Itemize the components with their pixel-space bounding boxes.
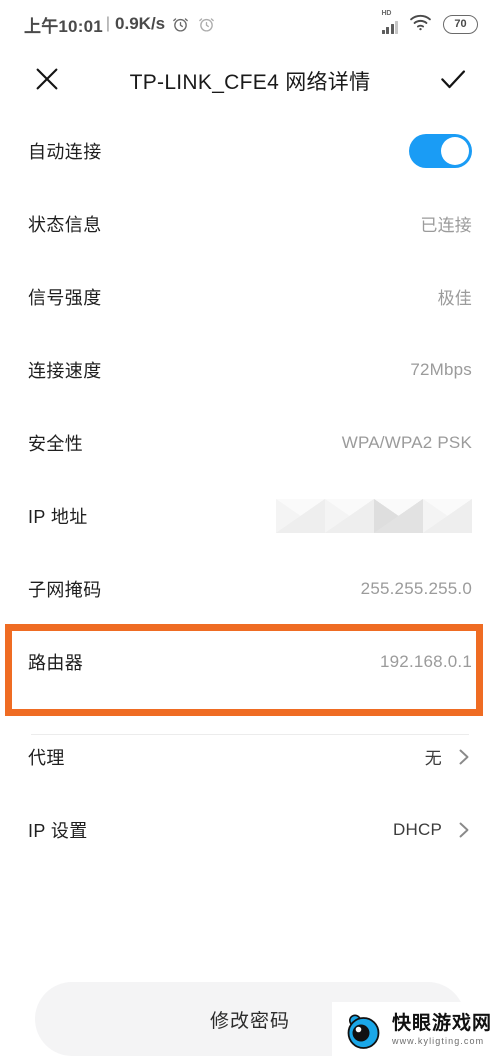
wifi-network-details-screen: 上午10:01 | 0.9K/s HD 70 TP-LINK_CFE4 网络详情… <box>0 0 500 1056</box>
row-value: 极佳 <box>437 289 472 308</box>
row-subnet-mask: 子网掩码 255.255.255.0 <box>0 552 500 625</box>
confirm-button[interactable] <box>432 60 474 102</box>
row-status-info: 状态信息 已连接 <box>0 187 500 260</box>
row-security: 安全性 WPA/WPA2 PSK <box>0 406 500 479</box>
close-button[interactable] <box>26 60 68 102</box>
row-label: 路由器 <box>28 652 84 673</box>
signal-bars <box>381 21 398 34</box>
site-watermark: 快眼游戏网 www.kyligting.com <box>331 1002 498 1056</box>
app-bar: TP-LINK_CFE4 网络详情 <box>0 48 500 114</box>
status-bar-clock: 上午10:01 <box>24 16 103 36</box>
ip-address-redaction-overlay <box>276 498 472 533</box>
battery-indicator: 70 <box>443 14 478 34</box>
row-label: 连接速度 <box>28 360 102 381</box>
row-value: 255.255.255.0 <box>360 578 472 598</box>
row-value: 已连接 <box>420 216 472 235</box>
row-label: 信号强度 <box>28 287 102 308</box>
row-value: DHCP <box>393 819 442 839</box>
row-label: 代理 <box>28 747 65 768</box>
cellular-signal-icon: HD <box>381 10 398 34</box>
status-bar-right: HD 70 <box>381 10 478 36</box>
page-title: TP-LINK_CFE4 网络详情 <box>129 71 371 94</box>
row-label: 自动连接 <box>28 141 102 162</box>
hd-badge-label: HD <box>381 10 392 17</box>
row-proxy[interactable]: 代理 无 <box>0 720 500 793</box>
change-password-label: 修改密码 <box>209 1010 290 1032</box>
row-value: 无 <box>424 749 442 768</box>
auto-connect-toggle[interactable] <box>409 133 472 168</box>
row-label: IP 设置 <box>28 820 88 841</box>
row-label: 安全性 <box>28 433 84 454</box>
status-bar: 上午10:01 | 0.9K/s HD 70 <box>0 0 500 48</box>
status-bar-separator: | <box>105 15 111 32</box>
battery-level-label: 70 <box>454 18 467 30</box>
alarm-clock-icon <box>172 16 189 33</box>
chevron-right-icon <box>456 818 472 842</box>
watermark-site-url: www.kyligting.com <box>391 1036 485 1046</box>
status-bar-left: 上午10:01 | 0.9K/s <box>24 12 215 37</box>
row-label: 状态信息 <box>28 214 102 235</box>
row-ip-address: IP 地址 <box>0 479 500 552</box>
row-signal-strength: 信号强度 极佳 <box>0 260 500 333</box>
row-label: IP 地址 <box>28 506 88 527</box>
row-router: 路由器 192.168.0.1 <box>0 625 500 698</box>
watermark-eye-logo-icon <box>342 1008 386 1052</box>
watermark-site-name: 快眼游戏网 <box>391 1013 492 1034</box>
network-details-list: 自动连接 状态信息 已连接 信号强度 极佳 连接速度 72Mbps 安全性 WP… <box>0 114 500 866</box>
chevron-right-icon <box>456 745 472 769</box>
row-value: 72Mbps <box>410 359 472 379</box>
section-divider <box>31 734 469 735</box>
row-auto-connect[interactable]: 自动连接 <box>0 114 500 187</box>
row-value: WPA/WPA2 PSK <box>341 432 472 452</box>
wifi-icon <box>409 13 432 36</box>
row-value: 192.168.0.1 <box>379 651 472 671</box>
close-icon <box>32 64 62 99</box>
row-label: 子网掩码 <box>28 579 102 600</box>
check-icon <box>437 63 469 100</box>
row-link-speed: 连接速度 72Mbps <box>0 333 500 406</box>
watermark-text: 快眼游戏网 www.kyligting.com <box>392 1014 492 1046</box>
alarm-clock-icon-secondary <box>198 16 215 33</box>
network-speed-indicator: 0.9K/s <box>115 14 166 33</box>
toggle-knob <box>441 136 469 165</box>
row-ip-settings[interactable]: IP 设置 DHCP <box>0 793 500 866</box>
